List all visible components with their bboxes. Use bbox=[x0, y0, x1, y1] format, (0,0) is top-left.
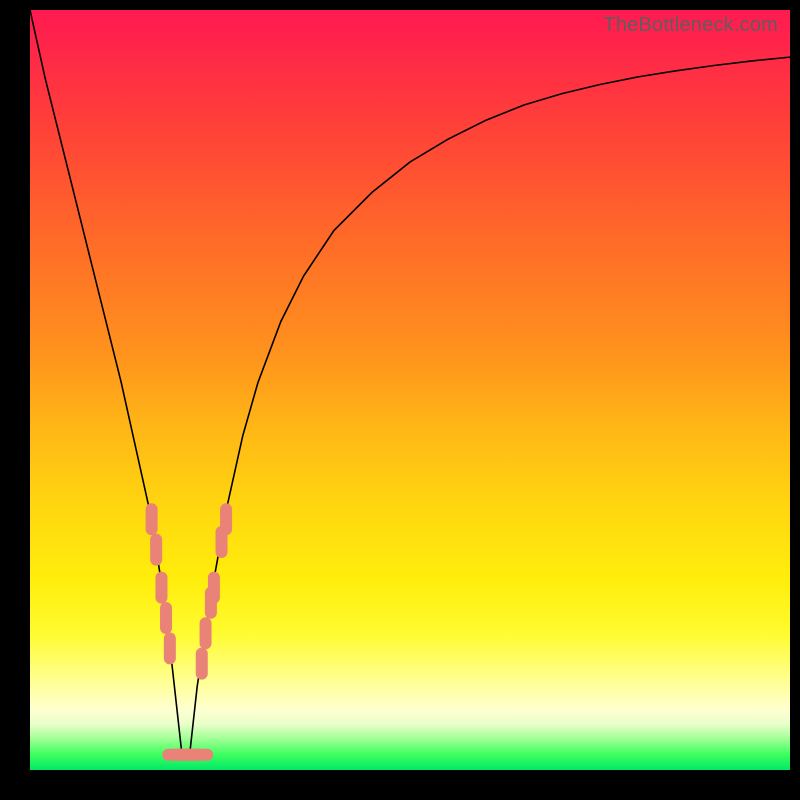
watermark-text: TheBottleneck.com bbox=[603, 14, 778, 37]
plot-area: TheBottleneck.com bbox=[30, 10, 790, 770]
bottleneck-curve bbox=[30, 10, 790, 755]
chart-svg bbox=[30, 10, 790, 770]
marker-group bbox=[152, 509, 226, 755]
chart-frame: TheBottleneck.com bbox=[0, 0, 800, 800]
